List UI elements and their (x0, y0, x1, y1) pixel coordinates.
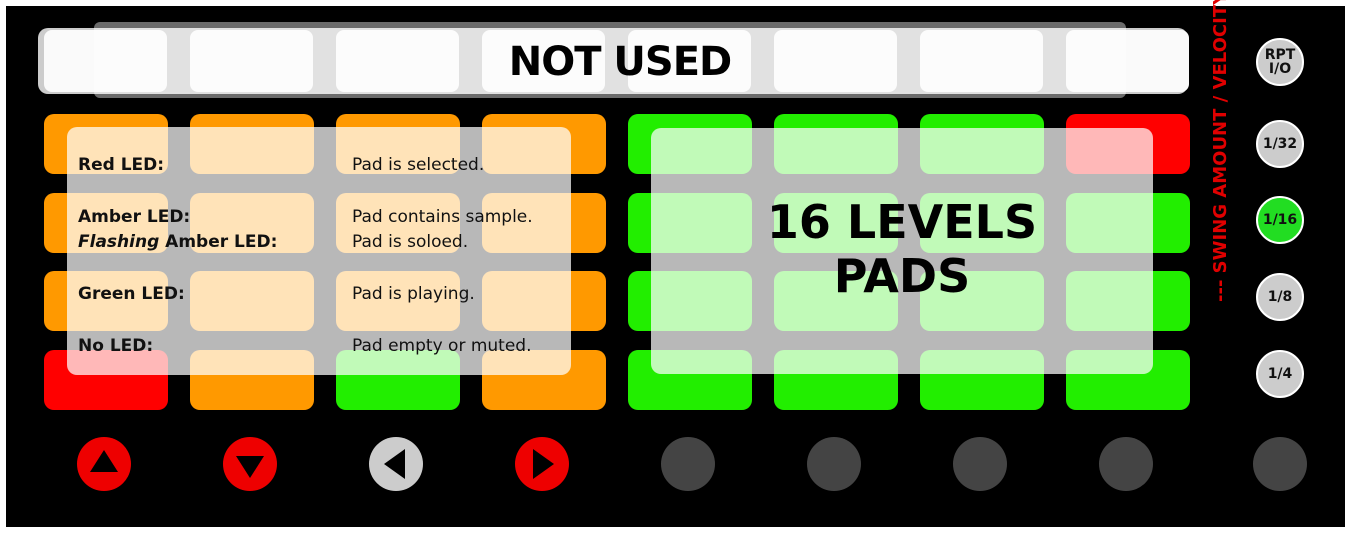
legend-desc-none: Pad empty or muted. (352, 336, 532, 356)
side-button-2[interactable]: 1/32 (1256, 120, 1304, 168)
nav-button-5[interactable] (661, 437, 715, 491)
side-button-label: 1/32 (1263, 137, 1297, 151)
nav-button-6[interactable] (807, 437, 861, 491)
arrow-left-icon (384, 449, 405, 479)
legend-flashing-word: Flashing (78, 232, 160, 252)
legend-desc-flashing-amber: Pad is soloed. (352, 232, 469, 252)
levels-line-1: 16 LEVELS (766, 195, 1038, 249)
legend-led-green: Green LED: (78, 284, 185, 304)
side-button-4[interactable]: 1/8 (1256, 273, 1304, 321)
side-button-label-line1: 1/32 (1262, 136, 1298, 152)
side-button-label: 1/4 (1268, 367, 1293, 381)
side-button-label-line1: 1/16 (1262, 212, 1298, 228)
arrow-down-icon (236, 456, 264, 478)
nav-button-7[interactable] (953, 437, 1007, 491)
legend-desc-amber: Pad contains sample. (352, 207, 533, 227)
side-button-3[interactable]: 1/16 (1256, 196, 1304, 244)
side-button-label-line1: RPT (1264, 47, 1296, 63)
legend-desc-green: Pad is playing. (352, 284, 475, 304)
nav-button-9[interactable] (1253, 437, 1307, 491)
arrow-down-button[interactable] (223, 437, 277, 491)
swing-velocity-label: --- SWING AMOUNT / VELOCITY--- (1210, 0, 1231, 302)
side-button-label: RPT I/O (1265, 48, 1296, 76)
legend-led-none: No LED: (78, 336, 154, 356)
arrow-right-icon (533, 449, 554, 479)
arrow-up-button[interactable] (77, 437, 131, 491)
side-button-1[interactable]: RPT I/O (1256, 38, 1304, 86)
legend-led-flashing-amber: Flashing Amber LED: (78, 232, 278, 252)
levels-label: 16 LEVELS PADS (651, 195, 1153, 303)
nav-button-8[interactable] (1099, 437, 1153, 491)
side-button-5[interactable]: 1/4 (1256, 350, 1304, 398)
side-button-label-line1: 1/4 (1267, 366, 1293, 382)
legend-led-red: Red LED: (78, 155, 165, 175)
not-used-label: NOT USED (508, 39, 733, 85)
side-button-label-line1: 1/8 (1267, 289, 1293, 305)
levels-line-2: PADS (833, 249, 971, 303)
side-button-label: 1/16 (1263, 213, 1297, 227)
arrow-up-icon (90, 450, 118, 472)
side-button-label-line2: I/O (1268, 61, 1292, 77)
side-button-label: 1/8 (1268, 290, 1293, 304)
legend-desc-red: Pad is selected. (352, 155, 485, 175)
arrow-right-button[interactable] (515, 437, 569, 491)
legend-led-amber: Amber LED: (78, 207, 191, 227)
arrow-left-button[interactable] (369, 437, 423, 491)
